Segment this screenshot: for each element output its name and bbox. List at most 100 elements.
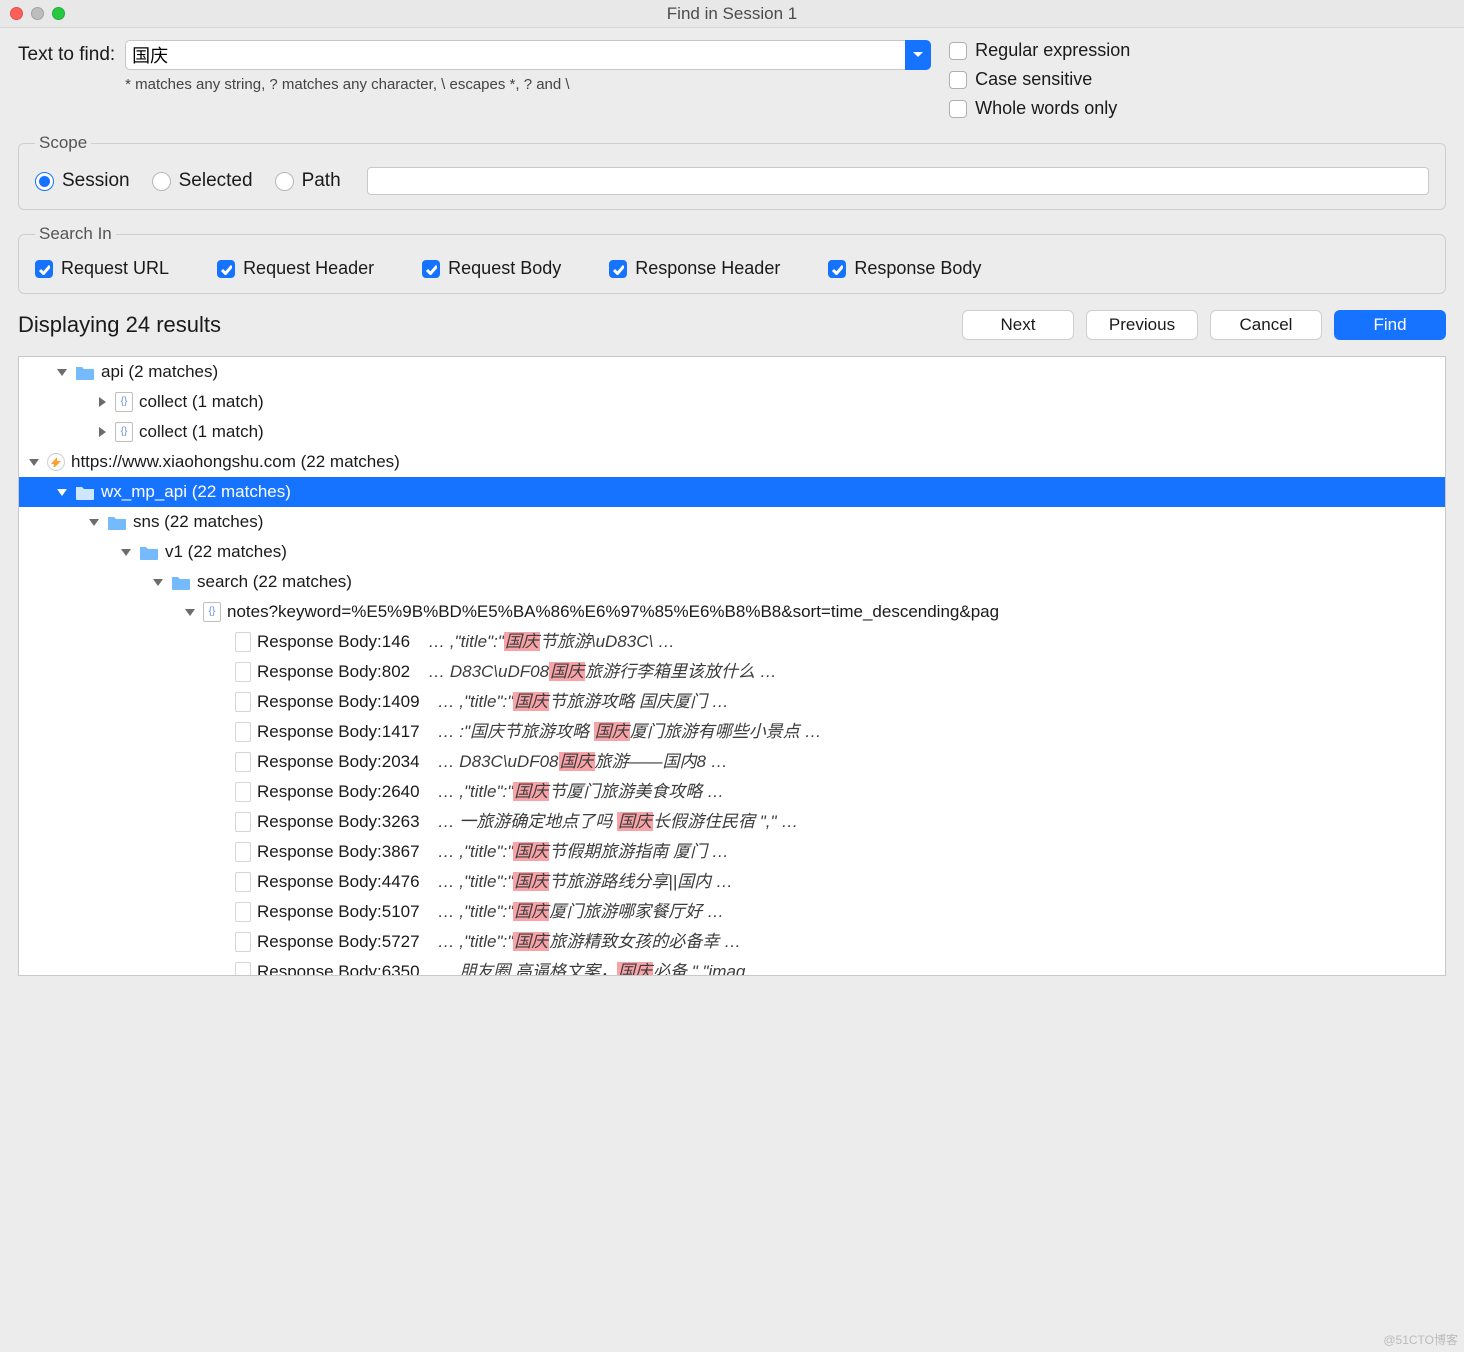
find-dropdown-button[interactable] (905, 40, 931, 70)
request-header-checkbox[interactable]: Request Header (217, 258, 374, 279)
match-row[interactable]: Response Body:3867… ,"title":"国庆节假期旅游指南 … (19, 837, 1445, 867)
match-snippet: … ,"title":"国庆节旅游攻略 国庆厦门 … (438, 687, 729, 717)
tree-row[interactable]: api (2 matches) (19, 357, 1445, 387)
highlight: 国庆 (594, 722, 630, 741)
match-snippet: … ,"title":"国庆节旅游路线分享||国内 … (438, 867, 733, 897)
tree-row[interactable]: {} collect (1 match) (19, 387, 1445, 417)
match-location: Response Body:802 (257, 657, 410, 687)
match-row[interactable]: Response Body:146… ,"title":"国庆节旅游\uD83C… (19, 627, 1445, 657)
scope-fieldset: Scope Session Selected Path (18, 133, 1446, 210)
folder-icon (75, 364, 95, 380)
match-row[interactable]: Response Body:6350… 朋友圈 高逼格文案，国庆必备 ","im… (19, 957, 1445, 976)
regex-label: Regular expression (975, 40, 1130, 61)
match-location: Response Body:1409 (257, 687, 420, 717)
scope-session-radio[interactable]: Session (35, 170, 130, 192)
window-title: Find in Session 1 (667, 4, 797, 24)
request-header-label: Request Header (243, 258, 374, 279)
disclosure-icon[interactable] (27, 455, 41, 469)
highlight: 国庆 (513, 902, 549, 921)
highlight: 国庆 (617, 812, 653, 831)
match-location: Response Body:6350 (257, 957, 420, 976)
folder-icon (75, 484, 95, 500)
match-snippet: … ,"title":"国庆节假期旅游指南 厦门 … (438, 837, 729, 867)
match-location: Response Body:2640 (257, 777, 420, 807)
tree-row[interactable]: search (22 matches) (19, 567, 1445, 597)
scope-legend: Scope (35, 133, 91, 153)
whole-words-checkbox[interactable]: Whole words only (949, 98, 1130, 119)
match-row[interactable]: Response Body:1409 … ,"title":"国庆节旅游攻略 国庆… (19, 687, 1445, 717)
request-body-label: Request Body (448, 258, 561, 279)
checkbox-icon (35, 260, 53, 278)
checkbox-icon (217, 260, 235, 278)
disclosure-icon[interactable] (95, 425, 109, 439)
disclosure-icon[interactable] (151, 575, 165, 589)
previous-button[interactable]: Previous (1086, 310, 1198, 340)
match-location: Response Body:5727 (257, 927, 420, 957)
zoom-icon[interactable] (52, 7, 65, 20)
chevron-down-icon (912, 49, 924, 61)
response-header-label: Response Header (635, 258, 780, 279)
tree-label: collect (1 match) (139, 387, 264, 417)
disclosure-icon[interactable] (55, 365, 69, 379)
match-row[interactable]: Response Body:2640… ,"title":"国庆节厦门旅游美食攻… (19, 777, 1445, 807)
response-body-checkbox[interactable]: Response Body (828, 258, 981, 279)
scope-path-radio[interactable]: Path (275, 170, 341, 192)
document-icon (235, 842, 251, 862)
match-snippet: … 一旅游确定地点了吗 国庆长假游住民宿 "," … (438, 807, 799, 837)
tree-row[interactable]: {} collect (1 match) (19, 417, 1445, 447)
scope-path-input[interactable] (367, 167, 1429, 195)
tree-row[interactable]: v1 (22 matches) (19, 537, 1445, 567)
tree-row[interactable]: https://www.xiaohongshu.com (22 matches) (19, 447, 1445, 477)
tree-row[interactable]: {} notes?keyword=%E5%9B%BD%E5%BA%86%E6%9… (19, 597, 1445, 627)
tree-row-selected[interactable]: wx_mp_api (22 matches) (19, 477, 1445, 507)
json-icon: {} (203, 602, 221, 622)
match-location: Response Body:1417 (257, 717, 420, 747)
match-row[interactable]: Response Body:4476… ,"title":"国庆节旅游路线分享|… (19, 867, 1445, 897)
find-input[interactable] (125, 40, 905, 70)
next-button[interactable]: Next (962, 310, 1074, 340)
disclosure-icon[interactable] (55, 485, 69, 499)
checkbox-icon (949, 100, 967, 118)
traffic-lights (10, 7, 65, 20)
regex-checkbox[interactable]: Regular expression (949, 40, 1130, 61)
text-to-find-label: Text to find: (18, 40, 115, 66)
case-checkbox[interactable]: Case sensitive (949, 69, 1130, 90)
results-summary: Displaying 24 results (18, 312, 221, 338)
match-row[interactable]: Response Body:3263… 一旅游确定地点了吗 国庆长假游住民宿 "… (19, 807, 1445, 837)
disclosure-icon[interactable] (183, 605, 197, 619)
match-snippet: … :"国庆节旅游攻略 国庆厦门旅游有哪些小景点 … (438, 717, 822, 747)
match-row[interactable]: Response Body:5107… ,"title":"国庆厦门旅游哪家餐厅… (19, 897, 1445, 927)
folder-icon (171, 574, 191, 590)
tree-label: https://www.xiaohongshu.com (22 matches) (71, 447, 400, 477)
tree-label: collect (1 match) (139, 417, 264, 447)
checkbox-icon (422, 260, 440, 278)
disclosure-icon[interactable] (87, 515, 101, 529)
match-row[interactable]: Response Body:2034… D83C\uDF08国庆旅游——国内8 … (19, 747, 1445, 777)
request-url-checkbox[interactable]: Request URL (35, 258, 169, 279)
match-row[interactable]: Response Body:5727… ,"title":"国庆旅游精致女孩的必… (19, 927, 1445, 957)
close-icon[interactable] (10, 7, 23, 20)
results-tree[interactable]: api (2 matches) {} collect (1 match) {} … (18, 356, 1446, 976)
cancel-button[interactable]: Cancel (1210, 310, 1322, 340)
request-body-checkbox[interactable]: Request Body (422, 258, 561, 279)
response-header-checkbox[interactable]: Response Header (609, 258, 780, 279)
request-url-label: Request URL (61, 258, 169, 279)
highlight: 国庆 (559, 752, 595, 771)
match-location: Response Body:5107 (257, 897, 420, 927)
tree-label: wx_mp_api (22 matches) (101, 477, 291, 507)
disclosure-icon[interactable] (119, 545, 133, 559)
minimize-icon (31, 7, 44, 20)
scope-selected-radio[interactable]: Selected (152, 170, 253, 192)
match-row[interactable]: Response Body:802… D83C\uDF08国庆旅游行李箱里该放什… (19, 657, 1445, 687)
scope-session-label: Session (62, 170, 130, 192)
document-icon (235, 902, 251, 922)
json-icon: {} (115, 422, 133, 442)
document-icon (235, 962, 251, 976)
document-icon (235, 722, 251, 742)
disclosure-icon[interactable] (95, 395, 109, 409)
match-row[interactable]: Response Body:1417 … :"国庆节旅游攻略 国庆厦门旅游有哪些小… (19, 717, 1445, 747)
tree-row[interactable]: sns (22 matches) (19, 507, 1445, 537)
find-button[interactable]: Find (1334, 310, 1446, 340)
folder-icon (107, 514, 127, 530)
response-body-label: Response Body (854, 258, 981, 279)
